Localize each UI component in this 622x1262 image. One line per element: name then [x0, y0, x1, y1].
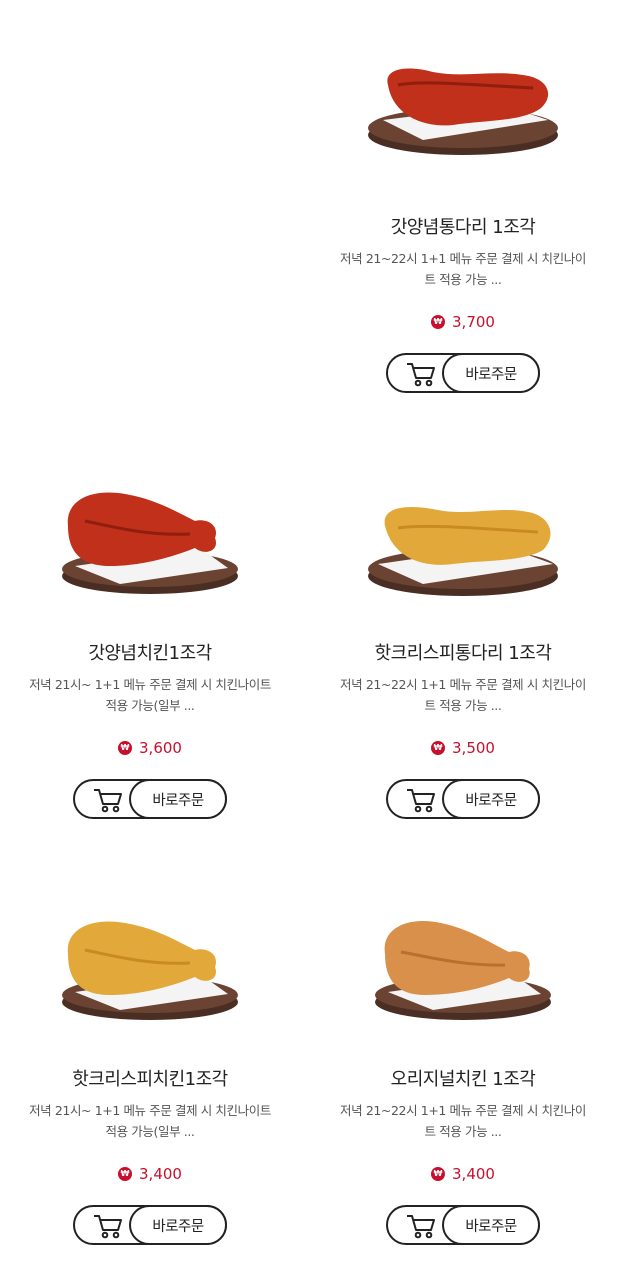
order-now-button[interactable]: 바로주문 [442, 779, 540, 819]
product-name[interactable]: 갓양념통다리 1조각 [313, 213, 613, 239]
product-price: ₩ 3,400 [0, 1165, 300, 1183]
action-buttons: 바로주문 [73, 779, 227, 819]
product-image[interactable] [0, 852, 300, 1032]
shopping-cart-icon [407, 789, 435, 813]
won-currency-icon: ₩ [431, 741, 446, 755]
product-image[interactable] [313, 852, 613, 1032]
product-price: ₩ 3,700 [313, 313, 613, 331]
product-description: 저녁 21~22시 1+1 메뉴 주문 결제 시 치킨나이 트 적용 가능 ..… [340, 677, 586, 713]
product-price: ₩ 3,600 [0, 739, 300, 757]
product-description: 저녁 21~22시 1+1 메뉴 주문 결제 시 치킨나이 트 적용 가능 ..… [340, 1103, 586, 1139]
product-image[interactable] [313, 426, 613, 606]
product-name[interactable]: 핫크리스피통다리 1조각 [313, 639, 613, 665]
action-buttons: 바로주문 [386, 353, 540, 393]
product-image[interactable] [313, 0, 613, 180]
shopping-cart-icon [407, 363, 435, 387]
product-price: ₩ 3,500 [313, 739, 613, 757]
order-now-button[interactable]: 바로주문 [442, 1205, 540, 1245]
shopping-cart-icon [94, 1215, 122, 1239]
product-description: 저녁 21시~ 1+1 메뉴 주문 결제 시 치킨나이트 적용 가능(일부 ..… [29, 677, 271, 713]
shopping-cart-icon [94, 789, 122, 813]
won-currency-icon: ₩ [431, 315, 446, 329]
product-name[interactable]: 갓양념치킨1조각 [0, 639, 300, 665]
order-now-button[interactable]: 바로주문 [129, 779, 227, 819]
shopping-cart-icon [407, 1215, 435, 1239]
order-now-button[interactable]: 바로주문 [129, 1205, 227, 1245]
won-currency-icon: ₩ [431, 1167, 446, 1181]
order-now-button[interactable]: 바로주문 [442, 353, 540, 393]
product-name[interactable]: 핫크리스피치킨1조각 [0, 1065, 300, 1091]
won-currency-icon: ₩ [118, 741, 133, 755]
product-description: 저녁 21~22시 1+1 메뉴 주문 결제 시 치킨나이 트 적용 가능 ..… [340, 251, 586, 287]
action-buttons: 바로주문 [386, 1205, 540, 1245]
product-image[interactable] [0, 426, 300, 606]
product-price: ₩ 3,400 [313, 1165, 613, 1183]
product-name[interactable]: 오리지널치킨 1조각 [313, 1065, 613, 1091]
won-currency-icon: ₩ [118, 1167, 133, 1181]
action-buttons: 바로주문 [386, 779, 540, 819]
action-buttons: 바로주문 [73, 1205, 227, 1245]
product-description: 저녁 21시~ 1+1 메뉴 주문 결제 시 치킨나이트 적용 가능(일부 ..… [29, 1103, 271, 1139]
